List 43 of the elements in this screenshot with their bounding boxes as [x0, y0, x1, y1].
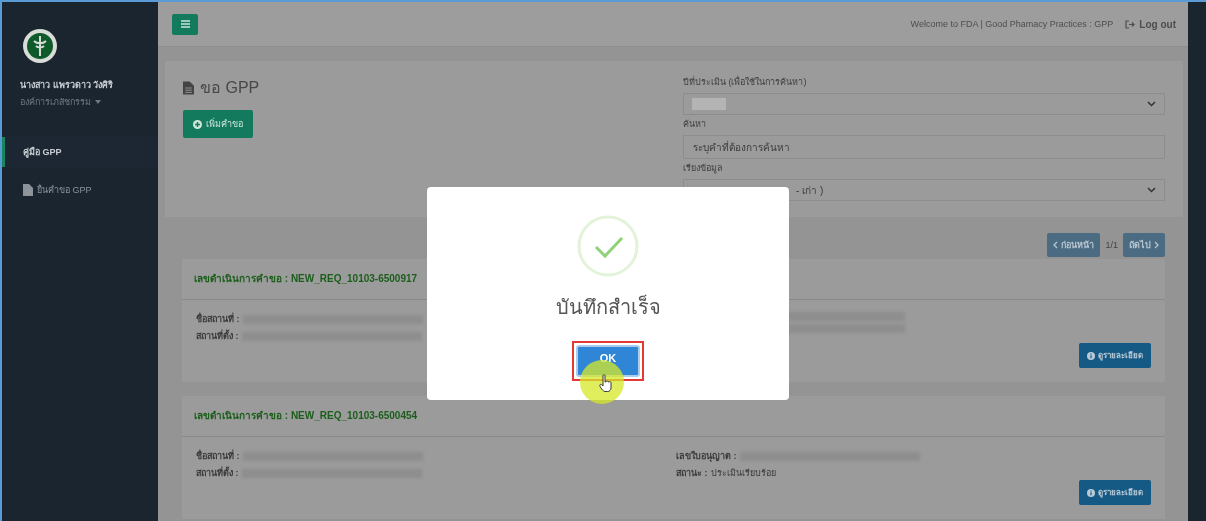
field-label: เรียงข้อมูล [683, 162, 724, 175]
document-icon [23, 184, 33, 196]
request-number: เลขดำเนินการคำขอ : NEW_REQ_10103-6500454 [194, 410, 418, 421]
hand-cursor-icon [599, 374, 613, 392]
add-request-button[interactable]: เพิ่มคำขอ [183, 110, 253, 138]
page-number: 1/1 [1105, 240, 1118, 250]
caret-icon [95, 100, 101, 104]
field-label: สถานะ : [676, 467, 708, 480]
menu-button[interactable] [172, 13, 198, 35]
search-field[interactable]: ระบุคำที่ต้องการค้นหา [683, 135, 1165, 159]
chevron-right-icon [1154, 241, 1159, 249]
field-value: ประเมินเรียบร้อย [710, 467, 776, 480]
field-label: สถานที่ตั้ง : [196, 329, 239, 343]
chevron-down-icon [1147, 101, 1156, 107]
next-button[interactable]: ถัดไป [1123, 233, 1165, 257]
info-icon [1087, 488, 1095, 497]
chevron-left-icon [1053, 241, 1059, 249]
field-label: เลขใบอนุญาต : [676, 450, 737, 463]
previous-button[interactable]: ก่อนหน้า [1047, 233, 1101, 257]
details-button[interactable]: ดูรายละเอียด [1079, 343, 1151, 368]
chevron-down-icon [1147, 187, 1156, 193]
field-label: ปีที่ประเมิน (เพื่อใช้ในการค้นหา) [683, 75, 808, 89]
field-label: สถานที่ตั้ง : [196, 466, 239, 480]
user-name: นางสาว แพรวดาว วังศิริ [20, 79, 114, 92]
welcome-text: Welcome to FDA | Good Phamacy Practices : GPP [910, 19, 1114, 29]
field-label: ชื่อสถานที่ : [196, 312, 240, 326]
field-label: ค้นหา [683, 118, 707, 131]
request-number: เลขดำเนินการคำขอ : NEW_REQ_10103-6500917 [194, 273, 418, 284]
page-title: ขอ GPP [200, 78, 260, 98]
menu-icon [180, 20, 190, 28]
logo-icon [22, 28, 58, 64]
logout-icon [1125, 19, 1136, 29]
document-icon [183, 80, 194, 95]
check-icon [577, 215, 639, 277]
plus-circle-icon [193, 119, 202, 129]
details-button[interactable]: ดูรายละเอียด [1079, 480, 1151, 505]
organization-dropdown[interactable]: องค์การเภสัชกรรม [20, 95, 158, 109]
info-icon [1087, 351, 1095, 360]
sidebar-item[interactable]: ยื่นคำขอ GPP [2, 175, 158, 205]
field-label: ชื่อสถานที่ : [196, 449, 240, 463]
logout-link[interactable]: Log out [1125, 18, 1176, 30]
year-select[interactable] [683, 93, 1165, 115]
dialog-title: บันทึกสำเร็จ [555, 293, 661, 320]
